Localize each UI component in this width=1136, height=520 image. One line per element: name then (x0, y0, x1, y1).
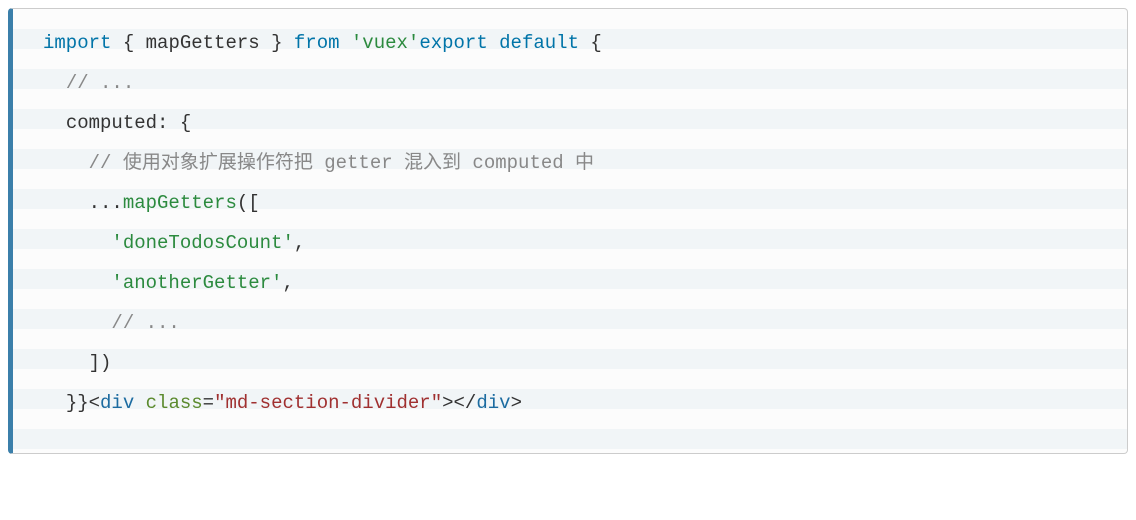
identifier: mapGetters (146, 32, 260, 54)
line-2: // ... (43, 72, 134, 94)
line-4: // 使用对象扩展操作符把 getter 混入到 computed 中 (43, 152, 594, 174)
punct: { (111, 32, 145, 54)
punct: { (579, 32, 602, 54)
tag-close: > (442, 392, 453, 414)
string: 'anotherGetter' (111, 272, 282, 294)
string: 'vuex' (351, 32, 419, 54)
string: 'doneTodosCount' (111, 232, 293, 254)
punct: ([ (237, 192, 260, 214)
tag-open: < (89, 392, 100, 414)
tag-name: div (100, 392, 134, 414)
punct: ]) (89, 352, 112, 374)
attr-value: "md-section-divider" (214, 392, 442, 414)
punct: , (282, 272, 293, 294)
punct: : { (157, 112, 191, 134)
code-block: import { mapGetters } from 'vuex'export … (8, 8, 1128, 454)
comment: // ... (111, 312, 179, 334)
line-10: }}<div class="md-section-divider"></div> (43, 392, 522, 414)
keyword-from: from (294, 32, 340, 54)
line-8: // ... (43, 312, 180, 334)
comment: // ... (66, 72, 134, 94)
punct: }} (66, 392, 89, 414)
punct: , (294, 232, 305, 254)
spread: ... (89, 192, 123, 214)
line-5: ...mapGetters([ (43, 192, 260, 214)
comment: // 使用对象扩展操作符把 getter 混入到 computed 中 (89, 152, 594, 174)
line-9: ]) (43, 352, 111, 374)
keyword-import: import (43, 32, 111, 54)
function-call: mapGetters (123, 192, 237, 214)
tag-name: div (476, 392, 510, 414)
line-7: 'anotherGetter', (43, 272, 294, 294)
line-3: computed: { (43, 112, 191, 134)
keyword-default: default (499, 32, 579, 54)
attr-name: class (146, 392, 203, 414)
line-1: import { mapGetters } from 'vuex'export … (43, 32, 602, 54)
identifier: computed (66, 112, 157, 134)
punct: } (260, 32, 294, 54)
tag-close: > (511, 392, 522, 414)
line-6: 'doneTodosCount', (43, 232, 305, 254)
tag-open: </ (454, 392, 477, 414)
keyword-export: export (419, 32, 487, 54)
